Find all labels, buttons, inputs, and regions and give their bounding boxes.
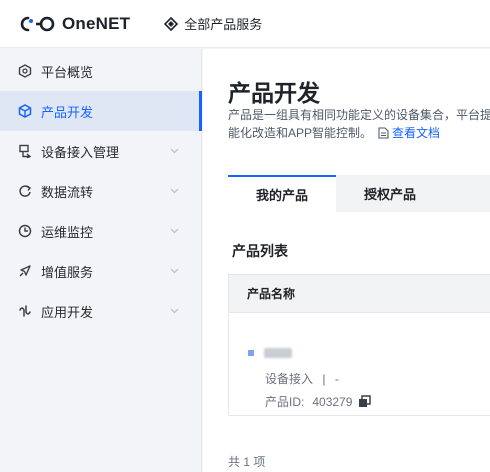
sidebar-item-label: 应用开发: [41, 304, 94, 320]
hexagon-icon: [18, 64, 32, 78]
sidebar-item-value-added[interactable]: 增值服务: [0, 251, 201, 291]
main-content: 产品开发 产品是一组具有相同功能定义的设备集合，平台提 能化改造和APP智能控制…: [203, 49, 490, 472]
copy-icon[interactable]: [358, 395, 372, 408]
product-id-value: 403279: [312, 394, 353, 409]
product-name-redacted: [264, 348, 292, 358]
diamond-icon: [164, 16, 179, 31]
product-access-info: 设备接入 | -: [265, 370, 339, 387]
product-tabs: 我的产品 授权产品: [228, 175, 490, 212]
onenet-logo-icon: [20, 16, 55, 31]
chevron-down-icon: [170, 148, 179, 154]
flow-icon: [18, 184, 32, 198]
access-label: 设备接入: [265, 372, 314, 386]
separator: |: [322, 372, 326, 386]
product-table: 产品名称 设备接入 | - 产品ID: 403279: [228, 274, 490, 416]
description-line-2: 能化改造和APP智能控制。 查看文档: [228, 124, 490, 142]
page-title: 产品开发: [228, 80, 320, 106]
sidebar-item-label: 产品开发: [41, 104, 94, 120]
product-id-label: 产品ID:: [265, 395, 305, 409]
rocket-icon: [18, 264, 32, 278]
description-line-2-text: 能化改造和APP智能控制。: [228, 126, 373, 140]
tab-my-products[interactable]: 我的产品: [228, 175, 336, 212]
sidebar-item-label: 运维监控: [41, 224, 94, 240]
sidebar-item-product-dev[interactable]: 产品开发: [0, 91, 202, 131]
product-list-title: 产品列表: [232, 243, 288, 259]
sidebar-item-label: 设备接入管理: [41, 144, 120, 160]
chevron-down-icon: [170, 268, 179, 274]
sidebar-item-overview[interactable]: 平台概览: [0, 51, 201, 91]
top-bar: OneNET 全部产品服务: [0, 0, 490, 48]
sidebar-item-ops-monitor[interactable]: 运维监控: [0, 211, 201, 251]
sidebar-item-app-dev[interactable]: 应用开发: [0, 291, 201, 331]
page-description: 产品是一组具有相同功能定义的设备集合，平台提 能化改造和APP智能控制。 查看文档: [228, 106, 490, 142]
chevron-down-icon: [170, 188, 179, 194]
sidebar-item-device-access[interactable]: 设备接入管理: [0, 131, 201, 171]
sidebar-item-label: 数据流转: [41, 184, 94, 200]
description-line-1: 产品是一组具有相同功能定义的设备集合，平台提: [228, 108, 490, 122]
access-value: -: [334, 372, 339, 386]
logo-text: OneNET: [62, 13, 131, 33]
all-services-button[interactable]: 全部产品服务: [164, 14, 262, 33]
all-services-label: 全部产品服务: [184, 17, 263, 32]
device-icon: [18, 144, 32, 158]
app-icon: [18, 304, 32, 318]
chevron-down-icon: [170, 228, 179, 234]
tab-authorized-products[interactable]: 授权产品: [336, 175, 444, 212]
product-id-info: 产品ID: 403279: [265, 393, 372, 410]
table-header-product-name: 产品名称: [229, 275, 490, 313]
view-docs-link[interactable]: 查看文档: [392, 126, 440, 140]
total-count: 共 1 项: [228, 455, 266, 469]
table-row[interactable]: 设备接入 | - 产品ID: 403279: [229, 313, 490, 416]
product-icon: [248, 350, 254, 356]
onenet-logo[interactable]: OneNET: [20, 14, 130, 34]
sidebar-item-data-flow[interactable]: 数据流转: [0, 171, 201, 211]
product-name[interactable]: [248, 348, 292, 358]
sidebar-item-label: 增值服务: [41, 264, 94, 280]
sidebar-item-label: 平台概览: [41, 64, 94, 80]
sidebar: 平台概览 产品开发 设备接入管理 数据流转 运维监控 增值服务 应用开发: [0, 49, 202, 472]
monitor-icon: [18, 224, 32, 238]
chevron-down-icon: [170, 308, 179, 314]
document-icon: [378, 127, 389, 139]
cube-icon: [18, 104, 32, 118]
